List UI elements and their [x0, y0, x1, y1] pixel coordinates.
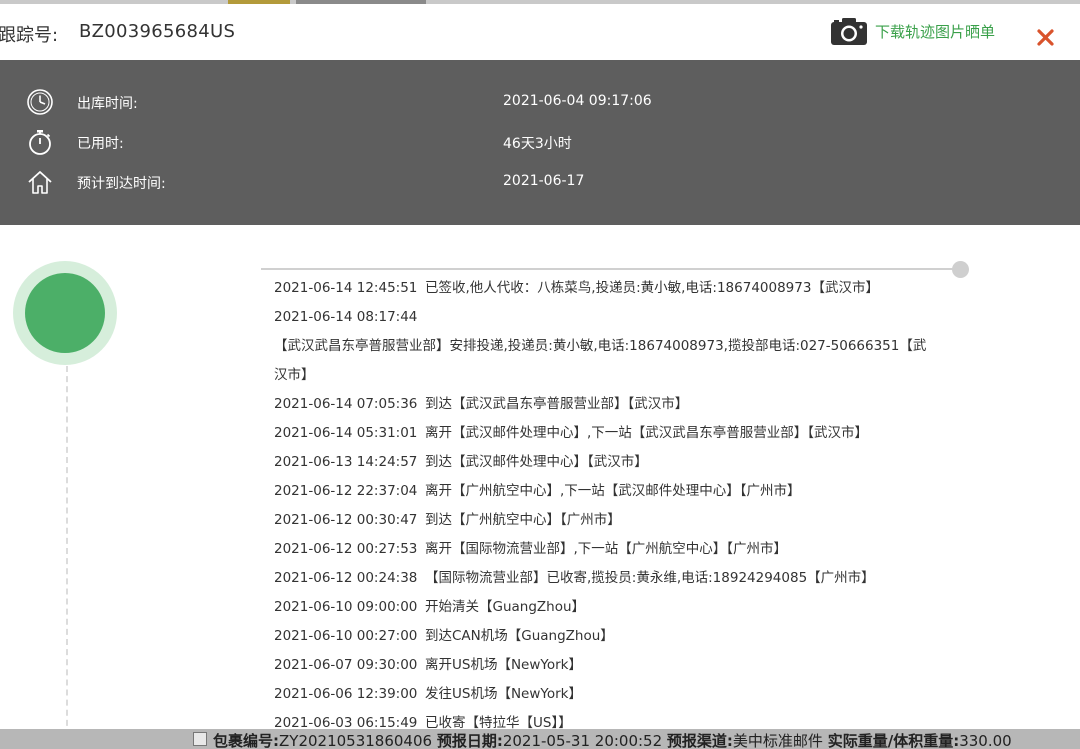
event-description: 离开【广州航空中心】,下一站【武汉邮件处理中心】【广州市】: [425, 483, 801, 499]
tracking-event: 2021-06-10 00:27:00 到达CAN机场【GuangZhou】: [274, 622, 944, 651]
tracking-event: 2021-06-06 12:39:00 发往US机场【NewYork】: [274, 680, 944, 709]
forecast-channel-value: 美中标准邮件: [732, 732, 823, 749]
tracking-event: 2021-06-14 07:05:36 到达【武汉武昌东亭普服营业部】【武汉市】: [274, 390, 944, 419]
event-time: 2021-06-14 07:05:36: [274, 396, 418, 412]
delivered-status-indicator: [13, 261, 117, 365]
event-time: 2021-06-14 05:31:01: [274, 425, 418, 441]
event-time: 2021-06-06 12:39:00: [274, 686, 418, 702]
event-description: 离开【武汉邮件处理中心】,下一站【武汉武昌东亭普服营业部】【武汉市】: [425, 425, 869, 441]
tracking-event: 2021-06-14 08:17:44: [274, 303, 944, 332]
shipment-info-banner: 出库时间: 2021-06-04 09:17:06 已用时: 46天3小时 预计…: [0, 60, 1080, 225]
elapsed-label: 已用时:: [77, 136, 124, 152]
event-description: 到达【广州航空中心】【广州市】: [425, 512, 621, 528]
tracking-event: 2021-06-14 05:31:01 离开【武汉邮件处理中心】,下一站【武汉武昌…: [274, 419, 944, 448]
tracking-event: 2021-06-12 00:27:53 离开【国际物流营业部】,下一站【广州航空中…: [274, 535, 944, 564]
order-select-checkbox[interactable]: [193, 732, 207, 746]
event-description: 到达CAN机场【GuangZhou】: [425, 628, 614, 644]
weight-value: 330.00: [959, 732, 1012, 749]
close-icon[interactable]: [1035, 26, 1057, 48]
event-time: 2021-06-12 22:37:04: [274, 483, 418, 499]
event-description: 开始清关【GuangZhou】: [425, 599, 586, 615]
weight-label: 实际重量/体积重量:: [827, 732, 960, 749]
order-summary-bar: 包裹编号:ZY20210531860406 预报日期:2021-05-31 20…: [0, 729, 1080, 749]
home-icon: [28, 171, 52, 194]
package-number-label: 包裹编号:: [213, 732, 279, 749]
tracking-event: 2021-06-13 14:24:57 到达【武汉邮件处理中心】【武汉市】: [274, 448, 944, 477]
order-summary-line: 包裹编号:ZY20210531860406 预报日期:2021-05-31 20…: [213, 730, 1012, 749]
event-time: 2021-06-12 00:27:53: [274, 541, 418, 557]
event-time: 2021-06-10 09:00:00: [274, 599, 418, 615]
event-time: 2021-06-14 12:45:51: [274, 280, 418, 296]
package-number-value: ZY20210531860406: [279, 732, 433, 749]
elapsed-value: 46天3小时: [503, 136, 572, 152]
event-time: 2021-06-10 00:27:00: [274, 628, 418, 644]
eta-label: 预计到达时间:: [77, 176, 166, 192]
forecast-date-value: 2021-05-31 20:00:52: [502, 732, 663, 749]
progress-end-dot: [952, 261, 969, 278]
event-description: 发往US机场【NewYork】: [425, 686, 582, 702]
event-description: 【武汉武昌东亭普服营业部】安排投递,投递员:黄小敏,电话:18674008973…: [274, 338, 927, 383]
progress-track: [261, 268, 960, 270]
camera-icon[interactable]: [830, 16, 868, 46]
tracking-number-label: 跟踪号:: [0, 25, 59, 46]
tracking-event: 2021-06-12 00:30:47 到达【广州航空中心】【广州市】: [274, 506, 944, 535]
eta-value: 2021-06-17: [503, 173, 585, 189]
event-description: 已签收,他人代收：八栋菜鸟,投递员:黄小敏,电话:18674008973【武汉市…: [425, 280, 879, 296]
download-track-image-link[interactable]: 下载轨迹图片晒单: [875, 21, 995, 42]
event-time: 2021-06-12 00:30:47: [274, 512, 418, 528]
tracking-event: 【武汉武昌东亭普服营业部】安排投递,投递员:黄小敏,电话:18674008973…: [274, 332, 939, 390]
event-time: 2021-06-07 09:30:00: [274, 657, 418, 673]
event-description: 到达【武汉邮件处理中心】【武汉市】: [425, 454, 648, 470]
ship-time-value: 2021-06-04 09:17:06: [503, 93, 652, 109]
tracking-event: 2021-06-12 22:37:04 离开【广州航空中心】,下一站【武汉邮件处理…: [274, 477, 944, 506]
ship-time-label: 出库时间:: [77, 96, 138, 112]
event-time: 2021-06-12 00:24:38: [274, 570, 418, 586]
ship-time-row: 出库时间: 2021-06-04 09:17:06: [0, 87, 1080, 117]
elapsed-row: 已用时: 46天3小时: [0, 127, 1080, 157]
event-description: 到达【武汉武昌东亭普服营业部】【武汉市】: [425, 396, 689, 412]
delivered-status-dot: [25, 273, 105, 353]
tracking-event: 2021-06-14 12:45:51 已签收,他人代收：八栋菜鸟,投递员:黄小敏…: [274, 274, 944, 303]
forecast-channel-label: 预报渠道:: [666, 732, 733, 749]
timeline-line: [66, 366, 68, 736]
tracking-event: 2021-06-12 00:24:38 【国际物流营业部】已收寄,揽投员:黄永维,…: [274, 564, 944, 593]
tracking-modal-header: 跟踪号: BZ003965684US 下载轨迹图片晒单: [0, 4, 1080, 61]
event-description: 离开US机场【NewYork】: [425, 657, 582, 673]
event-description: 【国际物流营业部】已收寄,揽投员:黄永维,电话:18924294085【广州市】: [425, 570, 875, 586]
tracking-number-value: BZ003965684US: [79, 21, 236, 42]
forecast-date-label: 预报日期:: [436, 732, 503, 749]
tracking-event: 2021-06-07 09:30:00 离开US机场【NewYork】: [274, 651, 944, 680]
eta-row: 预计到达时间: 2021-06-17: [0, 167, 1080, 197]
clock-icon: [27, 89, 53, 115]
tracking-event: 2021-06-10 09:00:00 开始清关【GuangZhou】: [274, 593, 944, 622]
event-time: 2021-06-13 14:24:57: [274, 454, 418, 470]
stopwatch-icon: [29, 130, 51, 155]
event-time: 2021-06-14 08:17:44: [274, 309, 418, 325]
tracking-events-list: 2021-06-14 12:45:51 已签收,他人代收：八栋菜鸟,投递员:黄小敏…: [274, 274, 944, 738]
event-description: 离开【国际物流营业部】,下一站【广州航空中心】【广州市】: [425, 541, 788, 557]
